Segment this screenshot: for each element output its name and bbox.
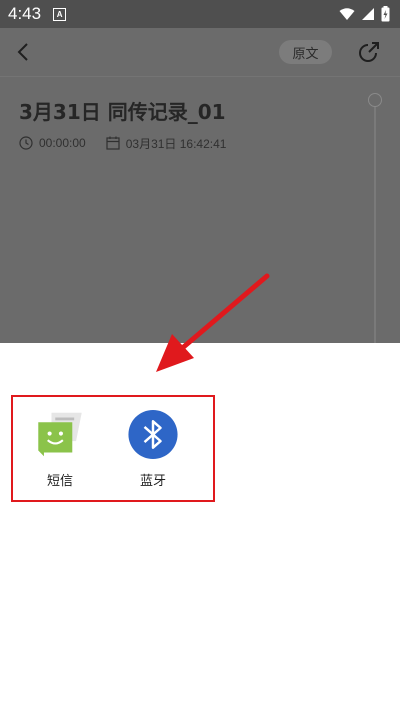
status-time: 4:43 [8, 4, 42, 23]
share-sheet: 短信 蓝牙 [0, 343, 400, 710]
share-icon[interactable] [357, 40, 381, 64]
bluetooth-icon [128, 409, 178, 460]
timeline-handle[interactable] [368, 93, 382, 107]
record-datetime: 03月31日 16:42:41 [125, 136, 227, 151]
share-option-sms[interactable]: 短信 [20, 409, 100, 489]
share-option-sms-label: 短信 [46, 474, 73, 489]
timeline-track [374, 98, 376, 343]
source-text-button[interactable]: 原文 [279, 40, 332, 64]
share-option-bluetooth[interactable]: 蓝牙 [113, 409, 193, 489]
calendar-icon [106, 136, 120, 150]
status-bar: 4:43 A [0, 0, 400, 28]
status-icons [339, 6, 390, 22]
record-duration: 00:00:00 [39, 136, 86, 150]
share-option-bluetooth-label: 蓝牙 [139, 474, 166, 489]
wifi-icon [339, 8, 355, 20]
back-icon[interactable] [12, 40, 36, 64]
notification-icon: A [53, 7, 67, 21]
header-divider [0, 76, 400, 77]
sms-message-icon [38, 412, 82, 457]
app-header: 原文 [0, 28, 400, 76]
record-title: 3月31日 同传记录_01 [19, 100, 226, 124]
annotation-arrow [156, 273, 270, 372]
signal-icon [362, 8, 374, 20]
clock-icon [19, 136, 33, 150]
record-meta: 00:00:00 03月31日 16:42:41 [19, 134, 226, 152]
battery-charging-icon [381, 6, 390, 22]
